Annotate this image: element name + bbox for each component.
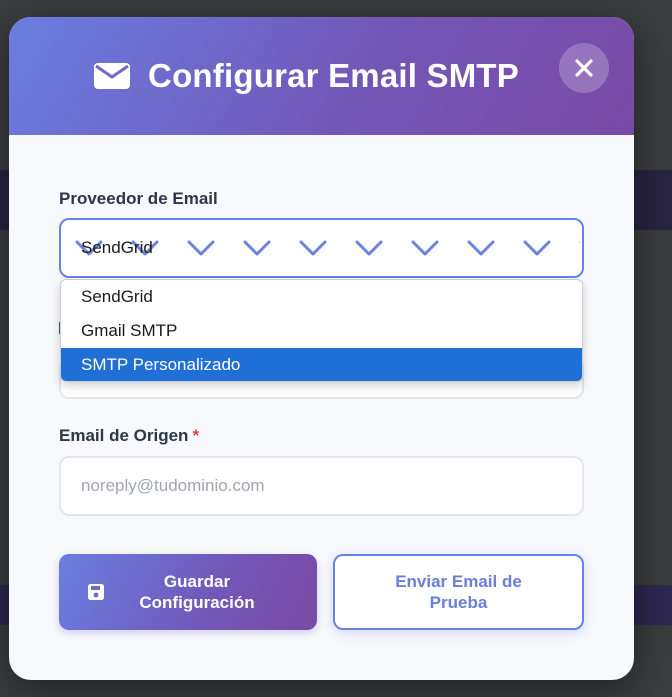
- send-test-email-label: Enviar Email de Prueba: [395, 572, 522, 612]
- option-sendgrid[interactable]: SendGrid: [61, 280, 582, 314]
- close-icon: [575, 59, 593, 77]
- from-email-input[interactable]: [59, 456, 584, 516]
- modal-title-wrap: Configurar Email SMTP: [94, 57, 519, 95]
- option-smtp-personalizado[interactable]: SMTP Personalizado: [61, 348, 582, 381]
- floppy-disk-icon: [88, 584, 104, 600]
- from-email-label-text: Email de Origen: [59, 426, 189, 445]
- close-button[interactable]: [559, 43, 609, 93]
- from-email-label: Email de Origen *: [59, 426, 199, 446]
- envelope-icon: [94, 63, 131, 89]
- modal-header: Configurar Email SMTP: [9, 17, 634, 135]
- save-config-button[interactable]: Guardar Configuración: [59, 554, 317, 630]
- smtp-config-modal: Configurar Email SMTP Proveedor de Email: [9, 17, 634, 680]
- required-mark: *: [192, 426, 200, 445]
- provider-select[interactable]: SendGrid: [59, 218, 584, 278]
- send-test-email-button[interactable]: Enviar Email de Prueba: [333, 554, 584, 630]
- provider-dropdown-list: SendGrid Gmail SMTP SMTP Personalizado: [60, 279, 583, 382]
- save-config-label: Guardar Configuración: [139, 572, 255, 612]
- modal-title: Configurar Email SMTP: [148, 57, 519, 94]
- provider-selected-value: SendGrid: [81, 238, 153, 257]
- option-gmail-smtp[interactable]: Gmail SMTP: [61, 314, 582, 348]
- provider-label: Proveedor de Email: [59, 189, 218, 208]
